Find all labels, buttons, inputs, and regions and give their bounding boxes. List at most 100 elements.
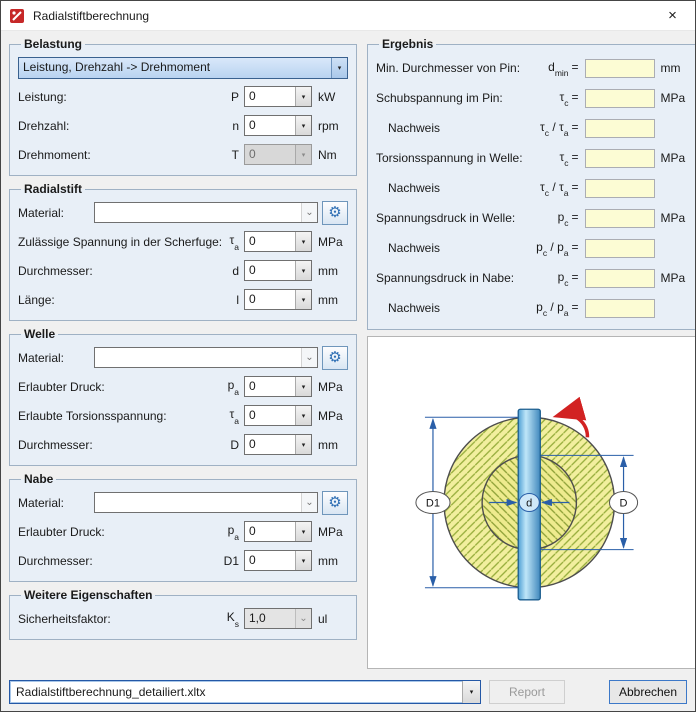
nabe-druck-unit: MPa — [312, 525, 348, 539]
cancel-button[interactable]: Abbrechen — [609, 680, 687, 704]
result-unit: MPa — [655, 151, 687, 165]
chevron-down-icon[interactable]: ⌄ — [301, 348, 317, 367]
mode-value: Leistung, Drehzahl -> Drehmoment — [19, 58, 331, 78]
right-column: Ergebnis Min. Durchmesser von Pin: dmin=… — [367, 37, 695, 669]
result-symbol: dmin= — [523, 60, 585, 76]
combo-value: 0 — [245, 406, 295, 425]
dropdown-arrow-icon[interactable]: ▾ — [295, 377, 311, 396]
result-label: Nachweis — [376, 121, 523, 135]
welle-torsion-symbol: τa — [217, 407, 239, 423]
drehmoment-row: Drehmoment: T 0 ▾ Nm — [18, 140, 348, 169]
welle-druck-input[interactable]: 0 ▾ — [244, 376, 312, 397]
scherfuge-unit: MPa — [312, 235, 348, 249]
result-symbol: τc / τa= — [523, 180, 585, 196]
scherfuge-spannung-input[interactable]: 0 ▾ — [244, 231, 312, 252]
combo-value — [95, 493, 301, 512]
welle-durchmesser-row: Durchmesser: D 0 ▾ mm — [18, 430, 348, 459]
chevron-down-icon[interactable]: ⌄ — [295, 609, 311, 628]
welle-material-select[interactable]: ⌄ — [94, 347, 318, 368]
dialog-window: Radialstiftberechnung × Belastung Leistu… — [0, 0, 696, 712]
diagram-label-pin: d — [526, 498, 532, 510]
combo-value: 1,0 — [245, 609, 295, 628]
dropdown-arrow-icon[interactable]: ▾ — [295, 551, 311, 570]
result-symbol: pc / pa= — [523, 240, 585, 256]
nabe-druck-input[interactable]: 0 ▾ — [244, 521, 312, 542]
close-button[interactable]: × — [650, 1, 695, 31]
nabe-durchmesser-symbol: D1 — [217, 554, 239, 568]
result-row-tau-welle: Torsionsspannung in Welle: τc= MPa — [376, 143, 687, 173]
radialstift-material-gear-button[interactable]: ⚙ — [322, 201, 348, 225]
welle-material-gear-button[interactable]: ⚙ — [322, 346, 348, 370]
sicherheitsfaktor-row: Sicherheitsfaktor: Ks 1,0 ⌄ ul — [18, 604, 348, 633]
sicherheitsfaktor-label: Sicherheitsfaktor: — [18, 612, 217, 626]
gear-icon: ⚙ — [328, 205, 341, 220]
welle-druck-label: Erlaubter Druck: — [18, 380, 217, 394]
combo-value: 0 — [245, 145, 295, 164]
welle-druck-unit: MPa — [312, 380, 348, 394]
material-label: Material: — [18, 206, 94, 220]
dropdown-arrow-icon[interactable]: ▾ — [295, 406, 311, 425]
drehzahl-symbol: n — [217, 119, 239, 133]
laenge-input[interactable]: 0 ▾ — [244, 289, 312, 310]
result-row-nachweis-4: Nachweis pc / pa= — [376, 293, 687, 323]
group-title-belastung: Belastung — [21, 37, 85, 51]
welle-torsion-input[interactable]: 0 ▾ — [244, 405, 312, 426]
footer-bar: Radialstiftberechnung_detailiert.xltx ▾ … — [1, 673, 695, 711]
result-pc-welle-field — [585, 209, 655, 228]
welle-durchmesser-label: Durchmesser: — [18, 438, 217, 452]
combo-value: 0 — [245, 522, 295, 541]
nabe-druck-label: Erlaubter Druck: — [18, 525, 217, 539]
nabe-group: Nabe Material: ⌄ ⚙ Erlaubter Druck: pa — [9, 472, 357, 582]
nabe-durchmesser-label: Durchmesser: — [18, 554, 217, 568]
stift-durchmesser-input[interactable]: 0 ▾ — [244, 260, 312, 281]
stift-durchmesser-symbol: d — [217, 264, 239, 278]
leistung-input[interactable]: 0 ▾ — [244, 86, 312, 107]
combo-value: 0 — [245, 87, 295, 106]
combo-value: 0 — [245, 551, 295, 570]
welle-group: Welle Material: ⌄ ⚙ Erlaubter Druck: pa — [9, 327, 357, 466]
material-label: Material: — [18, 496, 94, 510]
welle-druck-row: Erlaubter Druck: pa 0 ▾ MPa — [18, 372, 348, 401]
dropdown-arrow-icon[interactable]: ▾ — [295, 116, 311, 135]
radialstift-material-row: Material: ⌄ ⚙ — [18, 198, 348, 227]
nabe-druck-symbol: pa — [217, 523, 239, 539]
nabe-material-row: Material: ⌄ ⚙ — [18, 488, 348, 517]
welle-durchmesser-input[interactable]: 0 ▾ — [244, 434, 312, 455]
combo-value: 0 — [245, 232, 295, 251]
welle-material-row: Material: ⌄ ⚙ — [18, 343, 348, 372]
result-symbol: τc / τa= — [523, 120, 585, 136]
combo-value — [95, 203, 301, 222]
dropdown-arrow-icon[interactable]: ▾ — [295, 87, 311, 106]
gear-icon: ⚙ — [328, 350, 341, 365]
dropdown-arrow-icon[interactable]: ▾ — [295, 435, 311, 454]
drehmoment-unit: Nm — [312, 148, 348, 162]
welle-druck-symbol: pa — [217, 378, 239, 394]
result-nachweis-3-field — [585, 239, 655, 258]
template-select[interactable]: Radialstiftberechnung_detailiert.xltx ▾ — [9, 680, 481, 704]
dropdown-arrow-icon[interactable]: ▾ — [295, 261, 311, 280]
chevron-down-icon[interactable]: ⌄ — [301, 203, 317, 222]
dropdown-arrow-icon[interactable]: ▾ — [462, 681, 480, 703]
group-title-ergebnis: Ergebnis — [379, 37, 436, 51]
nabe-material-gear-button[interactable]: ⚙ — [322, 491, 348, 515]
drehmoment-label: Drehmoment: — [18, 148, 217, 162]
dropdown-arrow-icon[interactable]: ▾ — [295, 232, 311, 251]
left-column: Belastung Leistung, Drehzahl -> Drehmome… — [9, 37, 357, 669]
belastung-mode-select[interactable]: Leistung, Drehzahl -> Drehmoment ▾ — [18, 57, 348, 79]
dropdown-arrow-icon[interactable]: ▾ — [295, 290, 311, 309]
app-icon — [9, 8, 25, 24]
material-label: Material: — [18, 351, 94, 365]
stift-durchmesser-unit: mm — [312, 264, 348, 278]
drehzahl-input[interactable]: 0 ▾ — [244, 115, 312, 136]
chevron-down-icon[interactable]: ⌄ — [301, 493, 317, 512]
template-value: Radialstiftberechnung_detailiert.xltx — [10, 681, 462, 703]
nabe-material-select[interactable]: ⌄ — [94, 492, 318, 513]
sicherheitsfaktor-input[interactable]: 1,0 ⌄ — [244, 608, 312, 629]
drehmoment-input: 0 ▾ — [244, 144, 312, 165]
dropdown-arrow-icon[interactable]: ▾ — [331, 58, 347, 78]
drehzahl-unit: rpm — [312, 119, 348, 133]
radialstift-material-select[interactable]: ⌄ — [94, 202, 318, 223]
result-pc-nabe-field — [585, 269, 655, 288]
nabe-durchmesser-input[interactable]: 0 ▾ — [244, 550, 312, 571]
dropdown-arrow-icon[interactable]: ▾ — [295, 522, 311, 541]
